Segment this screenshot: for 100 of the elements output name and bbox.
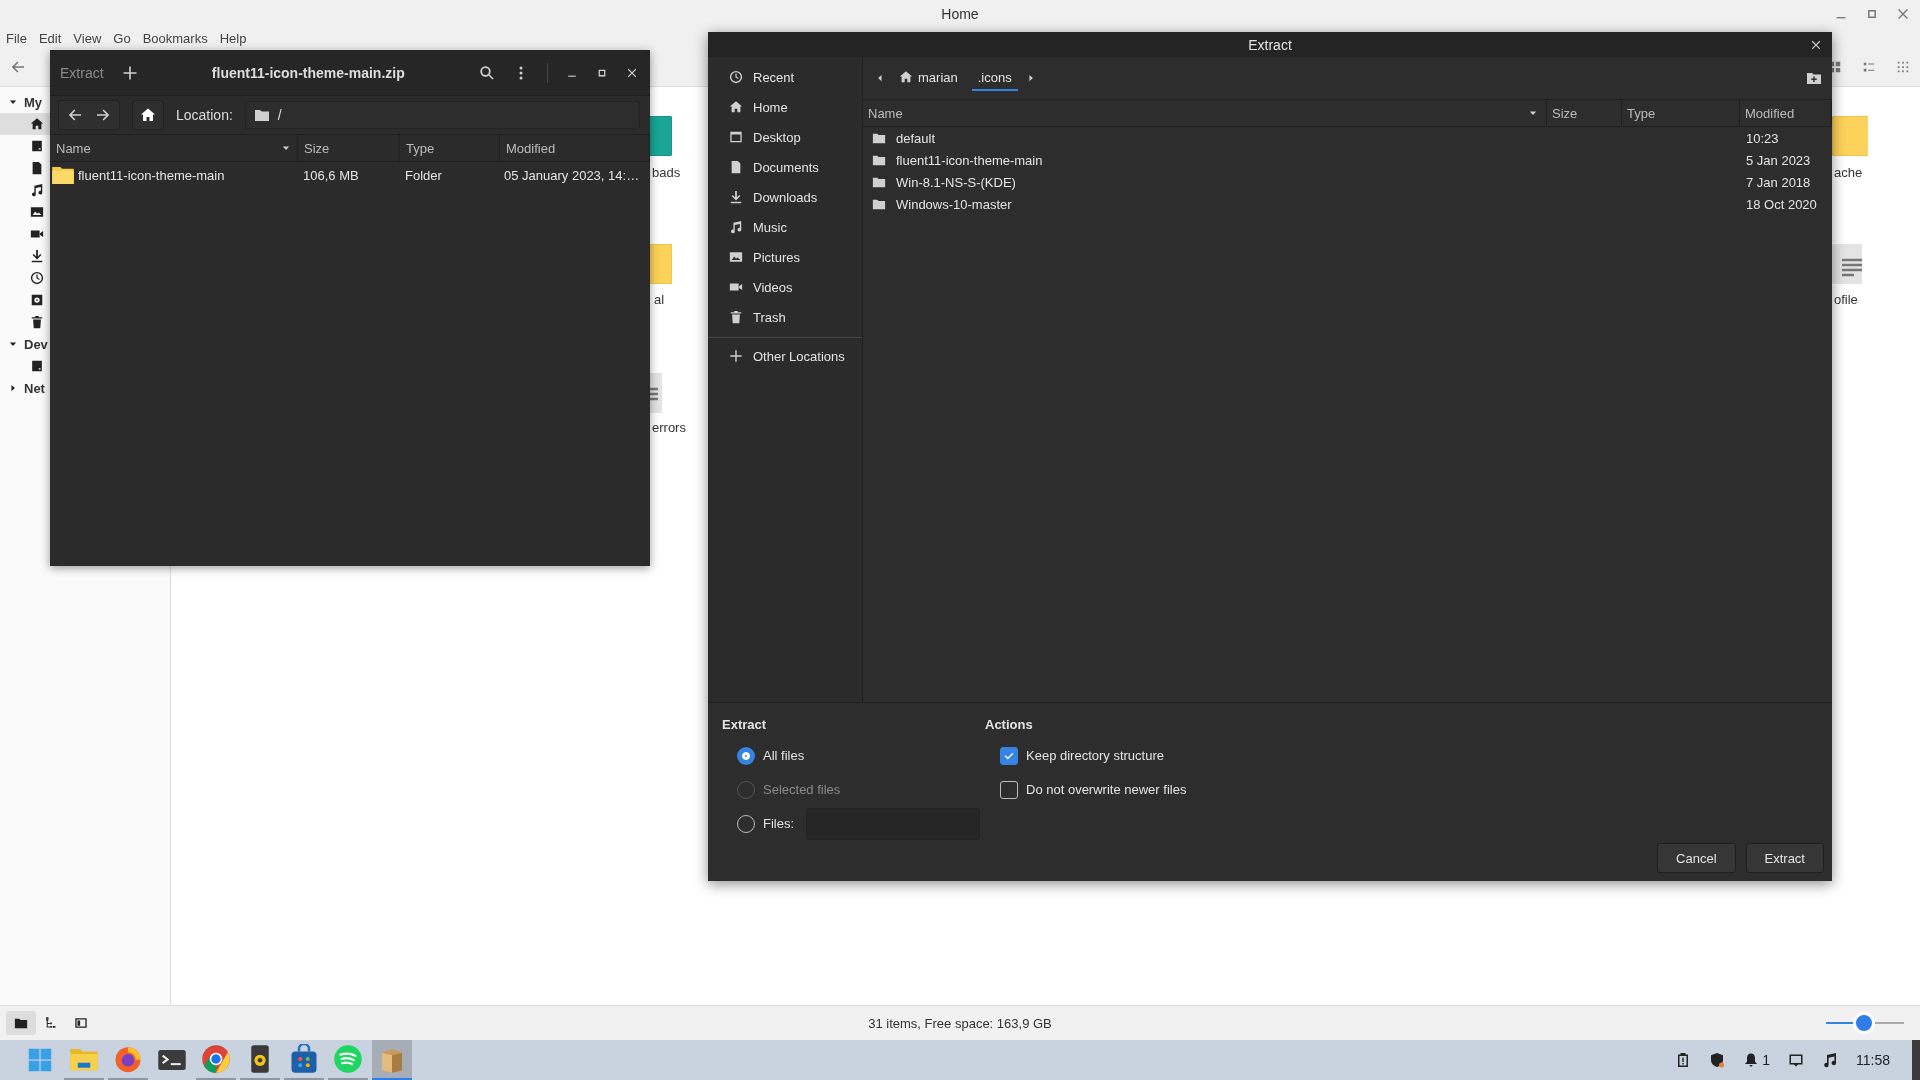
folder-icon [872,153,886,168]
table-cell-text: 7 Jan 2018 [1745,174,1812,190]
place-item[interactable]: Other Locations [708,341,862,372]
slider-thumb[interactable] [1856,1015,1873,1031]
menu-item[interactable]: Help [219,30,247,46]
shopping-bag-icon [289,1044,319,1074]
place-item[interactable]: Music [708,212,862,243]
home-icon [140,107,156,123]
back-arrow-icon[interactable] [67,107,83,123]
checkbox[interactable] [1000,780,1018,799]
folder-icon [872,131,886,146]
table-cell-text: 18 Oct 2020 [1745,196,1818,212]
file-label: errors [652,420,686,435]
folder-icon [872,175,886,190]
music-icon[interactable] [1822,1052,1838,1068]
ring-globe-icon [201,1044,231,1074]
home-button[interactable] [132,100,164,130]
radio-label[interactable]: All files [763,748,805,764]
folder-icon [52,166,74,184]
new-folder-icon[interactable] [1806,70,1822,87]
plus-icon [729,349,743,364]
notification-count: 1 [1762,1052,1770,1068]
download-icon [30,249,44,263]
section-heading: Actions [985,716,1034,734]
file-label: ofile [1834,292,1858,307]
table-cell-text: Folder [404,167,443,183]
column-header[interactable]: Name [50,135,298,161]
sidebar-heading[interactable]: Net [24,380,45,396]
file-row[interactable]: Win-8.1-NS-S-(KDE) [863,174,1547,190]
back-arrow-icon[interactable] [10,59,26,75]
shield-icon[interactable] [1709,1052,1726,1068]
place-item[interactable]: Downloads [708,182,862,213]
trash-icon [30,315,44,329]
file-row[interactable]: default [863,130,1547,146]
place-item[interactable]: Home [708,92,862,123]
bell-icon[interactable] [1743,1052,1760,1068]
column-header[interactable]: Modified [1740,100,1832,127]
dialog-title: Extract [1248,36,1292,53]
list-view-icon[interactable] [1862,60,1876,74]
file-label: al [654,292,665,307]
column-header[interactable]: Name [863,100,1547,127]
sound-waves-icon [333,1044,363,1074]
fox-globe-icon [113,1044,143,1074]
menu-item[interactable]: View [73,30,102,46]
column-header[interactable]: Size [298,135,400,161]
column-header[interactable]: Type [400,135,500,161]
file-icon[interactable] [1832,244,1862,284]
compact-view-icon[interactable] [1896,60,1910,74]
trash-icon [729,310,743,325]
window-title: Home [941,6,979,22]
menu-item[interactable]: Bookmarks [142,30,208,46]
zoom-slider[interactable] [1826,1012,1904,1034]
place-item[interactable]: Pictures [708,242,862,273]
drive-icon [30,139,44,153]
place-item[interactable]: Recent [708,62,862,93]
file-row[interactable]: Windows-10-master [863,196,1547,212]
path-segment[interactable]: .icons [971,65,1018,91]
folder-icon[interactable] [6,1011,36,1035]
location-field[interactable]: / [244,101,640,129]
place-item[interactable]: Videos [708,272,862,303]
forward-arrow-icon[interactable] [95,107,111,123]
checkbox[interactable] [1000,746,1018,765]
menu-item[interactable]: File [6,30,27,46]
table-cell-text: 106,6 MB [302,167,360,183]
close-icon[interactable] [626,66,638,79]
window-title: fluent11-icon-theme-main.zip [210,64,406,81]
clock-icon [729,70,743,85]
place-item[interactable]: Documents [708,152,862,183]
table-cell[interactable]: fluent11-icon-theme-main [50,166,298,184]
table-cell-text: 5 Jan 2023 [1745,152,1812,168]
sidebar-heading[interactable]: My [24,94,43,110]
sidebar-heading[interactable]: Dev [24,336,48,352]
picture-icon [30,205,44,219]
menu-item[interactable]: Go [113,30,131,46]
menu-item[interactable]: Edit [38,30,62,46]
checkbox-label[interactable]: Keep directory structure [1026,748,1164,764]
extract-button[interactable]: Extract [1745,843,1824,873]
monitor-icon[interactable] [1788,1052,1804,1068]
cancel-button[interactable]: Cancel [1657,843,1736,873]
radio-label[interactable]: Files: [763,816,795,832]
file-row[interactable]: fluent11-icon-theme-main [863,152,1547,168]
download-icon [729,190,743,205]
place-item[interactable]: Trash [708,302,862,333]
file-label: bads [652,165,681,180]
checkbox-label[interactable]: Do not overwrite newer files [1026,782,1187,798]
clock: 11:58 [1856,1052,1890,1068]
column-header[interactable]: Size [1547,100,1622,127]
music-icon [729,220,743,235]
radio-button[interactable] [737,746,755,765]
path-segment[interactable]: marian [893,65,964,91]
file-icon[interactable] [650,373,662,413]
drive-icon [30,359,44,373]
sidebar-item[interactable] [0,113,50,135]
place-item[interactable]: Desktop [708,122,862,153]
column-header[interactable]: Type [1622,100,1740,127]
add-icon[interactable] [121,64,138,81]
close-icon[interactable] [1810,39,1822,51]
music-icon [30,183,44,197]
search-icon[interactable] [479,64,495,81]
column-header[interactable]: Modified [500,135,650,161]
